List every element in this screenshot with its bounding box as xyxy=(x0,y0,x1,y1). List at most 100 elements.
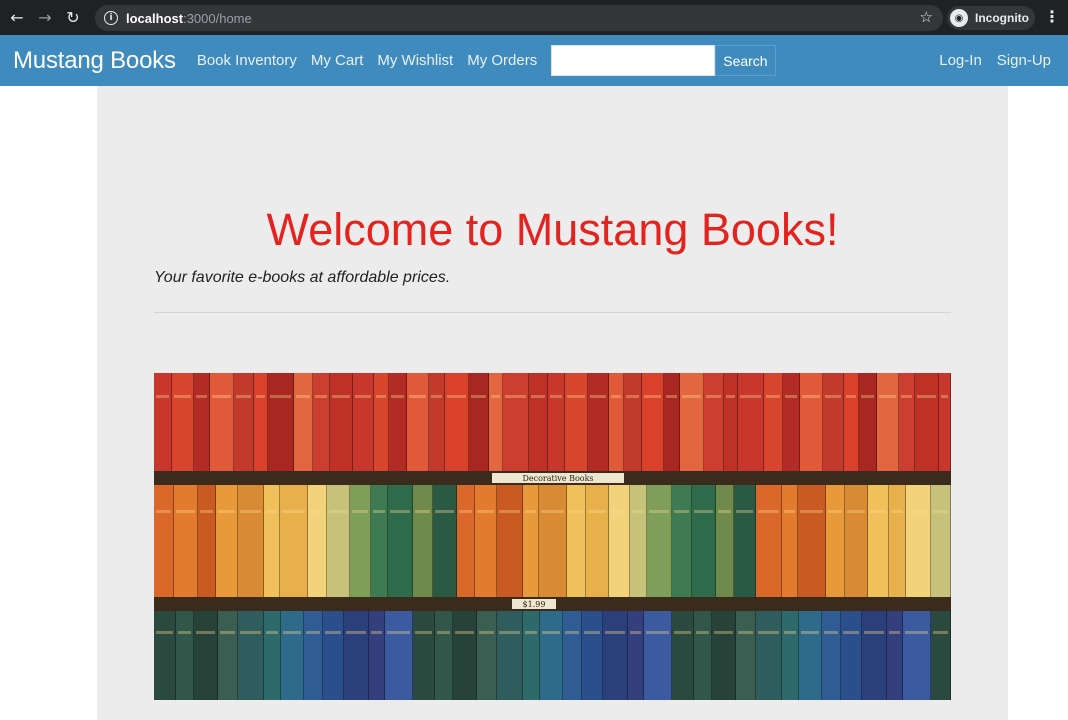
book-spine xyxy=(588,373,609,471)
book-spine xyxy=(724,373,738,471)
book-spine xyxy=(477,611,497,700)
nav-my-cart[interactable]: My Cart xyxy=(311,52,364,69)
price-tag: $1.99 xyxy=(512,599,556,609)
book-spine xyxy=(582,611,603,700)
book-spine xyxy=(844,373,859,471)
book-spine xyxy=(823,373,844,471)
book-spine xyxy=(176,611,194,700)
book-spine xyxy=(304,611,323,700)
book-spine xyxy=(736,611,756,700)
book-spine xyxy=(692,485,716,597)
book-spine xyxy=(210,373,234,471)
book-spine xyxy=(624,373,642,471)
book-spine xyxy=(712,611,736,700)
brand-link[interactable]: Mustang Books xyxy=(13,47,176,75)
login-link[interactable]: Log-In xyxy=(939,52,982,69)
book-spine xyxy=(172,373,194,471)
book-spine xyxy=(154,611,176,700)
book-spine xyxy=(664,373,680,471)
reload-icon[interactable]: ↻ xyxy=(62,7,84,29)
book-spine xyxy=(154,485,174,597)
book-spine xyxy=(931,611,951,700)
book-spine xyxy=(868,485,889,597)
book-spine xyxy=(877,373,899,471)
book-spine xyxy=(369,611,385,700)
book-spine xyxy=(330,373,353,471)
book-spine xyxy=(457,485,475,597)
book-spine xyxy=(845,485,868,597)
book-spine xyxy=(268,373,294,471)
hero-section: Welcome to Mustang Books! Your favorite … xyxy=(97,86,1008,720)
book-spine xyxy=(931,485,951,597)
nav-book-inventory[interactable]: Book Inventory xyxy=(197,52,297,69)
book-spine xyxy=(782,611,799,700)
book-spine xyxy=(413,485,433,597)
book-spine xyxy=(704,373,724,471)
book-spine xyxy=(647,485,672,597)
book-spine xyxy=(859,373,877,471)
book-spine xyxy=(523,485,539,597)
book-spine xyxy=(903,611,931,700)
book-spine xyxy=(429,373,445,471)
book-spine xyxy=(413,611,435,700)
book-spine xyxy=(254,373,268,471)
book-spine xyxy=(407,373,429,471)
signup-link[interactable]: Sign-Up xyxy=(997,52,1051,69)
decorative-books-sign: Decorative Books xyxy=(492,473,624,483)
browser-menu-icon[interactable]: ⋮ xyxy=(1044,7,1060,26)
book-spine xyxy=(389,373,407,471)
book-spine xyxy=(194,373,210,471)
incognito-label: Incognito xyxy=(975,11,1029,25)
book-spine xyxy=(586,485,609,597)
book-spine xyxy=(218,611,238,700)
book-spine xyxy=(503,373,529,471)
url-path: :3000/home xyxy=(183,10,252,26)
book-spine xyxy=(475,485,497,597)
book-spine xyxy=(906,485,931,597)
book-spine xyxy=(264,611,281,700)
book-spine xyxy=(540,611,563,700)
book-spine xyxy=(174,485,198,597)
book-spine xyxy=(497,611,523,700)
book-spine xyxy=(862,611,887,700)
book-spine xyxy=(238,485,264,597)
url-host: localhost xyxy=(126,10,184,26)
forward-icon[interactable]: → xyxy=(34,7,56,29)
search-button[interactable]: Search xyxy=(715,45,776,76)
nav-my-wishlist[interactable]: My Wishlist xyxy=(377,52,453,69)
book-spine xyxy=(529,373,548,471)
nav-my-orders[interactable]: My Orders xyxy=(467,52,537,69)
info-icon[interactable]: i xyxy=(104,11,118,25)
book-spine xyxy=(445,373,469,471)
book-spine xyxy=(469,373,489,471)
book-spine xyxy=(603,611,628,700)
incognito-badge[interactable]: ◉ Incognito xyxy=(947,6,1035,30)
book-spine xyxy=(734,485,756,597)
book-spine xyxy=(234,373,254,471)
book-spine xyxy=(388,485,413,597)
book-spine xyxy=(630,485,647,597)
book-spine xyxy=(939,373,951,471)
book-spine xyxy=(565,373,588,471)
book-spine xyxy=(353,373,374,471)
book-spine xyxy=(281,611,304,700)
book-spine xyxy=(841,611,862,700)
page-subtitle: Your favorite e-books at affordable pric… xyxy=(154,269,451,286)
book-spine xyxy=(453,611,477,700)
book-spine xyxy=(899,373,915,471)
book-spine xyxy=(198,485,216,597)
book-spine xyxy=(609,485,630,597)
book-spine xyxy=(799,611,822,700)
book-spine xyxy=(642,373,664,471)
back-icon[interactable]: ← xyxy=(6,7,28,29)
search-input[interactable] xyxy=(551,45,716,76)
book-spine xyxy=(567,485,586,597)
book-spine xyxy=(313,373,330,471)
book-spine xyxy=(216,485,238,597)
book-spine xyxy=(264,485,280,597)
book-spine xyxy=(672,611,694,700)
bookmark-star-icon[interactable]: ☆ xyxy=(920,8,933,26)
shelf-row-teal-blue xyxy=(154,611,951,700)
address-bar[interactable]: i localhost:3000/home ☆ xyxy=(95,5,943,31)
book-spine xyxy=(371,485,388,597)
